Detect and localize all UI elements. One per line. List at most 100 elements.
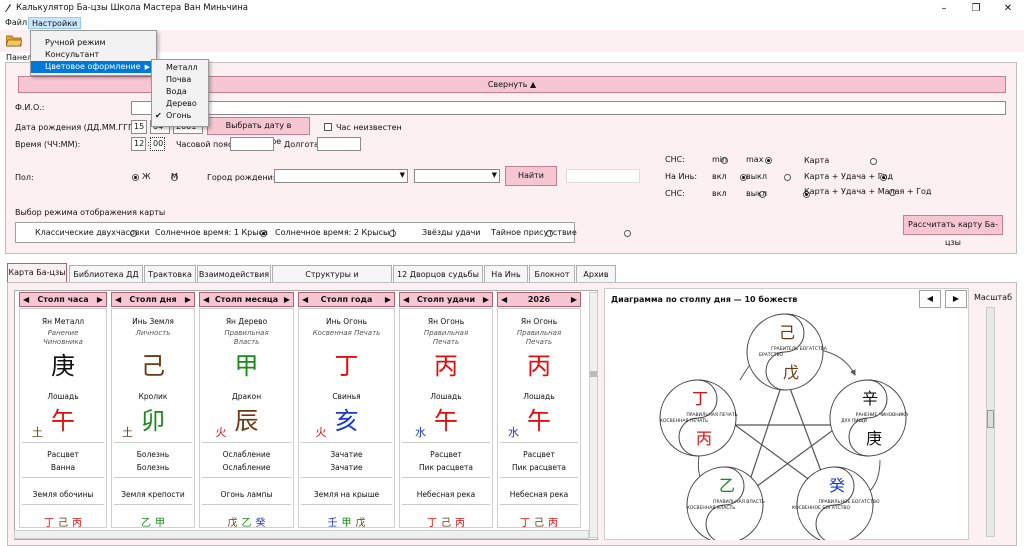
stem-god: Правильная Печать (423, 329, 469, 346)
pillar-prev-icon[interactable]: ◀ (403, 293, 409, 306)
stem-char[interactable]: 丙 (399, 353, 493, 379)
city-secondary-select[interactable]: ▼ (414, 169, 500, 183)
gender-f-radio[interactable] (132, 174, 139, 181)
hour-input[interactable]: 12 (131, 137, 146, 151)
city-select[interactable]: ▼ (274, 169, 408, 183)
divider (114, 442, 192, 443)
branch-name: Лошадь (523, 392, 555, 401)
find-button[interactable]: Найти (505, 166, 557, 186)
maximize-button[interactable]: ❐ (962, 0, 990, 17)
stem-char[interactable]: 甲 (199, 353, 294, 379)
scale-slider[interactable] (986, 307, 995, 537)
scrollbar-thumb[interactable] (590, 371, 597, 377)
panel-label: Панел (6, 53, 33, 62)
hour-unknown-checkbox[interactable] (324, 123, 332, 131)
menu-manual-mode[interactable]: Ручной режим (31, 37, 156, 49)
tab-library[interactable]: Библиотека ДД (69, 265, 143, 282)
pillar-prev-icon[interactable]: ◀ (115, 293, 121, 306)
hidden-stem-char: 戊 (227, 518, 238, 529)
longitude-input[interactable] (317, 137, 361, 151)
theme-submenu: Металл Почва Вода Дерево ✔ Огонь (151, 59, 209, 127)
nayin-label: Огонь лампы (220, 490, 273, 499)
theme-metal[interactable]: Металл (152, 62, 208, 74)
close-button[interactable]: ✕ (994, 0, 1022, 17)
stem-name: Ян Огонь (427, 317, 465, 326)
stem-char[interactable]: 丁 (298, 353, 395, 379)
pillar-header-label: Столп удачи (416, 295, 476, 304)
time-label: Время (ЧЧ:ММ): (15, 140, 81, 149)
diagram-next-button[interactable]: ▶ (945, 290, 967, 308)
pillar-prev-icon[interactable]: ◀ (501, 293, 507, 306)
theme-soil[interactable]: Почва (152, 74, 208, 86)
theme-wood[interactable]: Дерево (152, 98, 208, 110)
tab-archive[interactable]: Архив (576, 265, 616, 282)
stem-name: Ян Дерево (225, 317, 268, 326)
pillar-header: ◀ 2026 ▶ (497, 292, 581, 307)
pillar-next-icon[interactable]: ▶ (483, 293, 489, 306)
birth-day-input[interactable]: 15 (131, 120, 147, 134)
tab-structures[interactable]: Структуры и Конфигурации (272, 265, 392, 296)
title-bar: Калькулятор Ба-цзы Школа Мастера Ван Мин… (0, 0, 1024, 17)
branch-char[interactable]: 午 (497, 408, 581, 434)
fio-input[interactable] (131, 101, 1006, 115)
pillar-next-icon[interactable]: ▶ (385, 293, 391, 306)
minimize-button[interactable]: – (930, 0, 958, 17)
tab-interactions[interactable]: Взаимодействия (197, 265, 271, 282)
pillar-next-icon[interactable]: ▶ (571, 293, 577, 306)
pillar-prev-icon[interactable]: ◀ (23, 293, 29, 306)
branch-char[interactable]: 亥 (298, 408, 395, 434)
gender-label: Пол: (15, 173, 34, 182)
tab-chart[interactable]: Карта Ба-цзы (7, 263, 67, 282)
open-folder-icon[interactable] (6, 34, 22, 47)
pillars-scrollbar[interactable] (589, 292, 598, 538)
menu-color-theme-label: Цветовое оформление (45, 62, 141, 71)
life-stage-2: Ослабление (222, 463, 271, 472)
hidden-stem-char: 己 (58, 518, 68, 529)
theme-fire-label: Огонь (166, 111, 192, 120)
menu-file[interactable]: Файл (2, 17, 30, 29)
city-label: Город рождения: (207, 173, 281, 182)
branch-char[interactable]: 卯 (111, 408, 195, 434)
branch-char[interactable]: 午 (399, 408, 493, 434)
tab-palaces[interactable]: 12 Дворцов судьбы (393, 265, 483, 282)
nain-off-radio[interactable] (783, 174, 791, 181)
theme-water[interactable]: Вода (152, 86, 208, 98)
life-stage-1: Ослабление (222, 450, 271, 459)
menu-color-theme[interactable]: Цветовое оформление ▶ (31, 61, 156, 73)
pillar-next-icon[interactable]: ▶ (284, 293, 290, 306)
minute-input[interactable]: 00 (150, 137, 165, 151)
tab-notebook[interactable]: Блокнот (529, 265, 575, 282)
shs-max-radio[interactable] (764, 157, 772, 164)
mode-solar2-label: Солнечное время: 2 Крысы (275, 228, 390, 237)
stem-char[interactable]: 庚 (19, 353, 107, 379)
stem-char[interactable]: 丙 (497, 353, 581, 379)
node-label-2: ПРАВИЛЬНОЕ БОГАТСТВО (818, 499, 879, 505)
branch-name: Лошадь (430, 392, 462, 401)
divider (114, 504, 192, 505)
pillar-next-icon[interactable]: ▶ (185, 293, 191, 306)
node-top-char: 己 (779, 323, 795, 342)
scale-slider-thumb[interactable] (987, 410, 994, 428)
fio-label: Ф.И.О.: (15, 103, 45, 112)
divider (22, 477, 104, 478)
branch-char[interactable]: 辰 (199, 408, 294, 434)
diagram-prev-button[interactable]: ◀ (919, 290, 941, 308)
branch-name: Дракон (231, 392, 262, 401)
theme-fire[interactable]: ✔ Огонь (152, 110, 208, 122)
pillar-next-icon[interactable]: ▶ (97, 293, 103, 306)
branch-char[interactable]: 午 (19, 408, 107, 434)
pillar-prev-icon[interactable]: ◀ (302, 293, 308, 306)
tab-interpretation[interactable]: Трактовка (144, 265, 196, 282)
node-bottom-char: 丙 (696, 429, 712, 448)
ten-gods-node: 己 БРАТСТВОГРАБИТЕЛЬ БОГАТСТВА 戊 (746, 313, 828, 391)
menu-consultant[interactable]: Консультант (31, 49, 156, 61)
pillar-prev-icon[interactable]: ◀ (203, 293, 209, 306)
pillars-hscrollbar[interactable] (14, 530, 589, 539)
pick-date-button[interactable]: Выбрать дату в календаре (207, 117, 310, 146)
stem-char[interactable]: 己 (111, 353, 195, 379)
calculate-button[interactable]: Рассчитать карту Ба-цзы (903, 215, 1003, 247)
tab-nayin[interactable]: На Инь (484, 265, 528, 282)
divider (301, 442, 392, 443)
menu-settings[interactable]: Настройки (28, 17, 82, 29)
timezone-input[interactable] (230, 137, 274, 151)
